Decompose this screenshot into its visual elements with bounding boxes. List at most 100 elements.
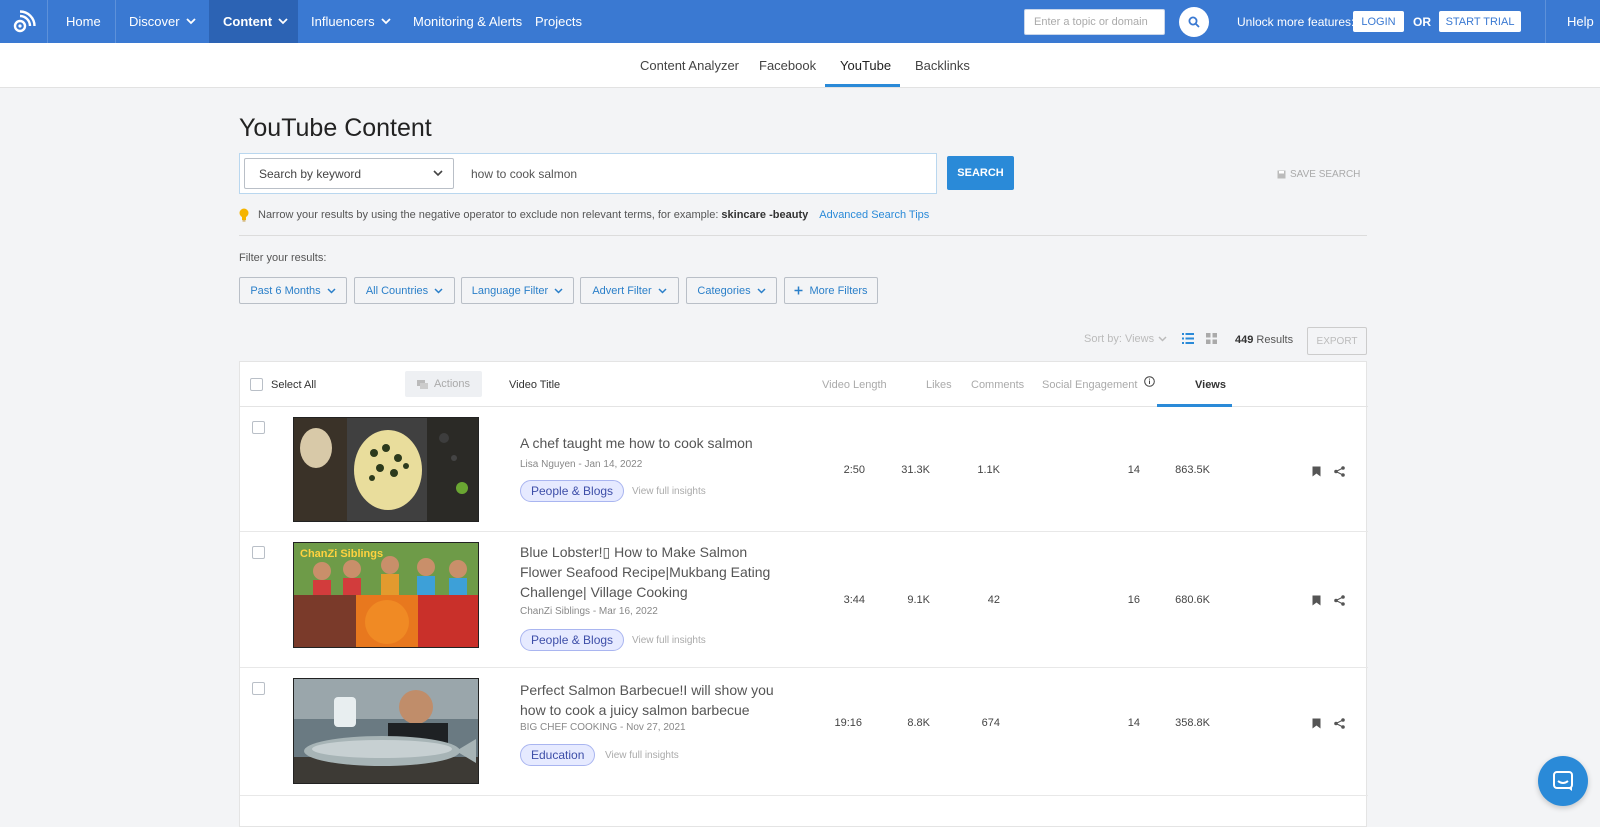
topic-search-button[interactable]	[1179, 7, 1209, 37]
info-icon[interactable]	[1144, 376, 1156, 387]
views-count: 680.6K	[1175, 594, 1210, 606]
login-button[interactable]: LOGIN	[1353, 11, 1404, 32]
save-search-button[interactable]: SAVE SEARCH	[1277, 169, 1360, 180]
nav-content-label: Content	[223, 14, 273, 29]
save-icon	[1277, 170, 1286, 179]
results-table: Select All Actions Video Title Video Len…	[239, 361, 1368, 827]
video-title[interactable]: Blue Lobster!▯ How to Make Salmon Flower…	[520, 542, 785, 602]
keyword-search-input[interactable]	[471, 164, 911, 184]
search-bar: Search by keyword	[239, 153, 937, 194]
search-button[interactable]: SEARCH	[947, 156, 1014, 190]
nav-divider	[1545, 0, 1546, 43]
nav-discover-label: Discover	[129, 14, 180, 29]
tab-content-analyzer[interactable]: Content Analyzer	[640, 43, 739, 88]
nav-home[interactable]: Home	[66, 0, 101, 43]
nav-projects[interactable]: Projects	[535, 0, 582, 43]
filter-countries[interactable]: All Countries	[354, 277, 455, 304]
results-label: Results	[1256, 334, 1294, 346]
filter-advert[interactable]: Advert Filter	[580, 277, 679, 304]
chevron-down-icon	[757, 287, 766, 294]
tab-backlinks[interactable]: Backlinks	[915, 43, 970, 88]
thumbnail-image	[294, 679, 478, 783]
video-title[interactable]: Perfect Salmon Barbecue!I will show you …	[520, 680, 785, 720]
view-insights-link[interactable]: View full insights	[632, 486, 706, 497]
filter-language-label: Language Filter	[471, 284, 549, 297]
view-insights-link[interactable]: View full insights	[605, 750, 679, 761]
video-title[interactable]: A chef taught me how to cook salmon	[520, 433, 785, 453]
tip-example: skincare -beauty	[721, 209, 809, 221]
export-button[interactable]: EXPORT	[1307, 327, 1367, 355]
tip-text: Narrow your results by using the negativ…	[258, 209, 719, 221]
chat-support-button[interactable]	[1538, 756, 1588, 806]
row-checkbox[interactable]	[252, 421, 265, 434]
tab-facebook[interactable]: Facebook	[759, 43, 816, 88]
views-count: 863.5K	[1175, 464, 1210, 476]
comments-count: 1.1K	[977, 464, 1000, 476]
table-row: A chef taught me how to cook salmon Lisa…	[240, 407, 1368, 532]
content-subnav: Content Analyzer Facebook YouTube Backli…	[0, 43, 1600, 88]
filter-language[interactable]: Language Filter	[461, 277, 574, 304]
unlock-features-text: Unlock more features:	[1237, 14, 1355, 29]
share-icon[interactable]	[1334, 718, 1345, 729]
save-search-label: SAVE SEARCH	[1290, 169, 1361, 180]
tab-youtube[interactable]: YouTube	[840, 43, 891, 88]
actions-button[interactable]: Actions	[405, 371, 482, 397]
nav-content[interactable]: Content	[209, 0, 298, 43]
engagement-count: 14	[1127, 464, 1140, 476]
likes-count: 31.3K	[901, 464, 930, 476]
share-icon[interactable]	[1334, 595, 1345, 606]
topic-search-input[interactable]	[1024, 9, 1165, 35]
top-navigation: Home Discover Content Influencers Monito…	[0, 0, 1600, 43]
checkbox[interactable]	[250, 378, 263, 391]
thumbnail-text: ChanZi Siblings	[300, 548, 383, 560]
brand-logo[interactable]	[0, 0, 48, 43]
sort-by-select[interactable]: Sort by: Views	[1084, 333, 1167, 345]
help-link[interactable]: Help	[1567, 0, 1594, 43]
col-social-engagement[interactable]: Social Engagement	[1042, 362, 1156, 407]
table-row: ChanZi Siblings Blue Lobster!▯ How to Ma…	[240, 532, 1368, 668]
filter-categories[interactable]: Categories	[686, 277, 777, 304]
share-icon[interactable]	[1334, 466, 1345, 477]
row-checkbox[interactable]	[252, 546, 265, 559]
view-insights-link[interactable]: View full insights	[632, 635, 706, 646]
nav-influencers[interactable]: Influencers	[311, 0, 391, 43]
category-badge[interactable]: People & Blogs	[520, 629, 625, 651]
bookmark-icon[interactable]	[1312, 466, 1321, 477]
chevron-down-icon	[433, 170, 443, 177]
col-comments[interactable]: Comments	[971, 362, 1024, 407]
actions-icon	[416, 379, 428, 389]
table-header: Select All Actions Video Title Video Len…	[240, 362, 1368, 407]
bookmark-icon[interactable]	[1312, 718, 1321, 729]
divider	[239, 235, 1367, 236]
filter-date-range[interactable]: Past 6 Months	[239, 277, 347, 304]
category-badge[interactable]: People & Blogs	[520, 480, 625, 502]
bookmark-icon[interactable]	[1312, 595, 1321, 606]
category-badge[interactable]: Education	[520, 744, 596, 766]
select-all-checkbox[interactable]: Select All	[250, 362, 316, 407]
col-views[interactable]: Views	[1195, 362, 1226, 407]
likes-count: 9.1K	[907, 594, 930, 606]
video-thumbnail[interactable]: ChanZi Siblings	[293, 542, 479, 648]
table-row: Perfect Salmon Barbecue!I will show you …	[240, 668, 1368, 796]
video-thumbnail[interactable]	[293, 417, 479, 522]
chevron-down-icon	[185, 18, 196, 25]
video-thumbnail[interactable]	[293, 678, 479, 784]
select-all-label: Select All	[271, 378, 317, 391]
col-likes[interactable]: Likes	[926, 362, 952, 407]
nav-monitoring-alerts[interactable]: Monitoring & Alerts	[413, 0, 522, 43]
search-mode-select[interactable]: Search by keyword	[244, 158, 454, 189]
row-checkbox[interactable]	[252, 682, 265, 695]
advanced-search-tips-link[interactable]: Advanced Search Tips	[819, 209, 929, 221]
comments-count: 674	[981, 717, 1000, 729]
chevron-down-icon	[380, 18, 391, 25]
chevron-down-icon	[434, 287, 443, 294]
col-video-length[interactable]: Video Length	[822, 362, 887, 407]
grid-view-icon[interactable]	[1206, 333, 1217, 344]
list-view-icon[interactable]	[1182, 333, 1194, 344]
col-video-title[interactable]: Video Title	[509, 362, 560, 407]
start-trial-button[interactable]: START TRIAL	[1439, 11, 1521, 32]
video-meta: BIG CHEF COOKING - Nov 27, 2021	[520, 722, 686, 733]
page-title: YouTube Content	[239, 114, 432, 142]
more-filters-button[interactable]: More Filters	[784, 277, 878, 304]
nav-discover[interactable]: Discover	[129, 0, 196, 43]
